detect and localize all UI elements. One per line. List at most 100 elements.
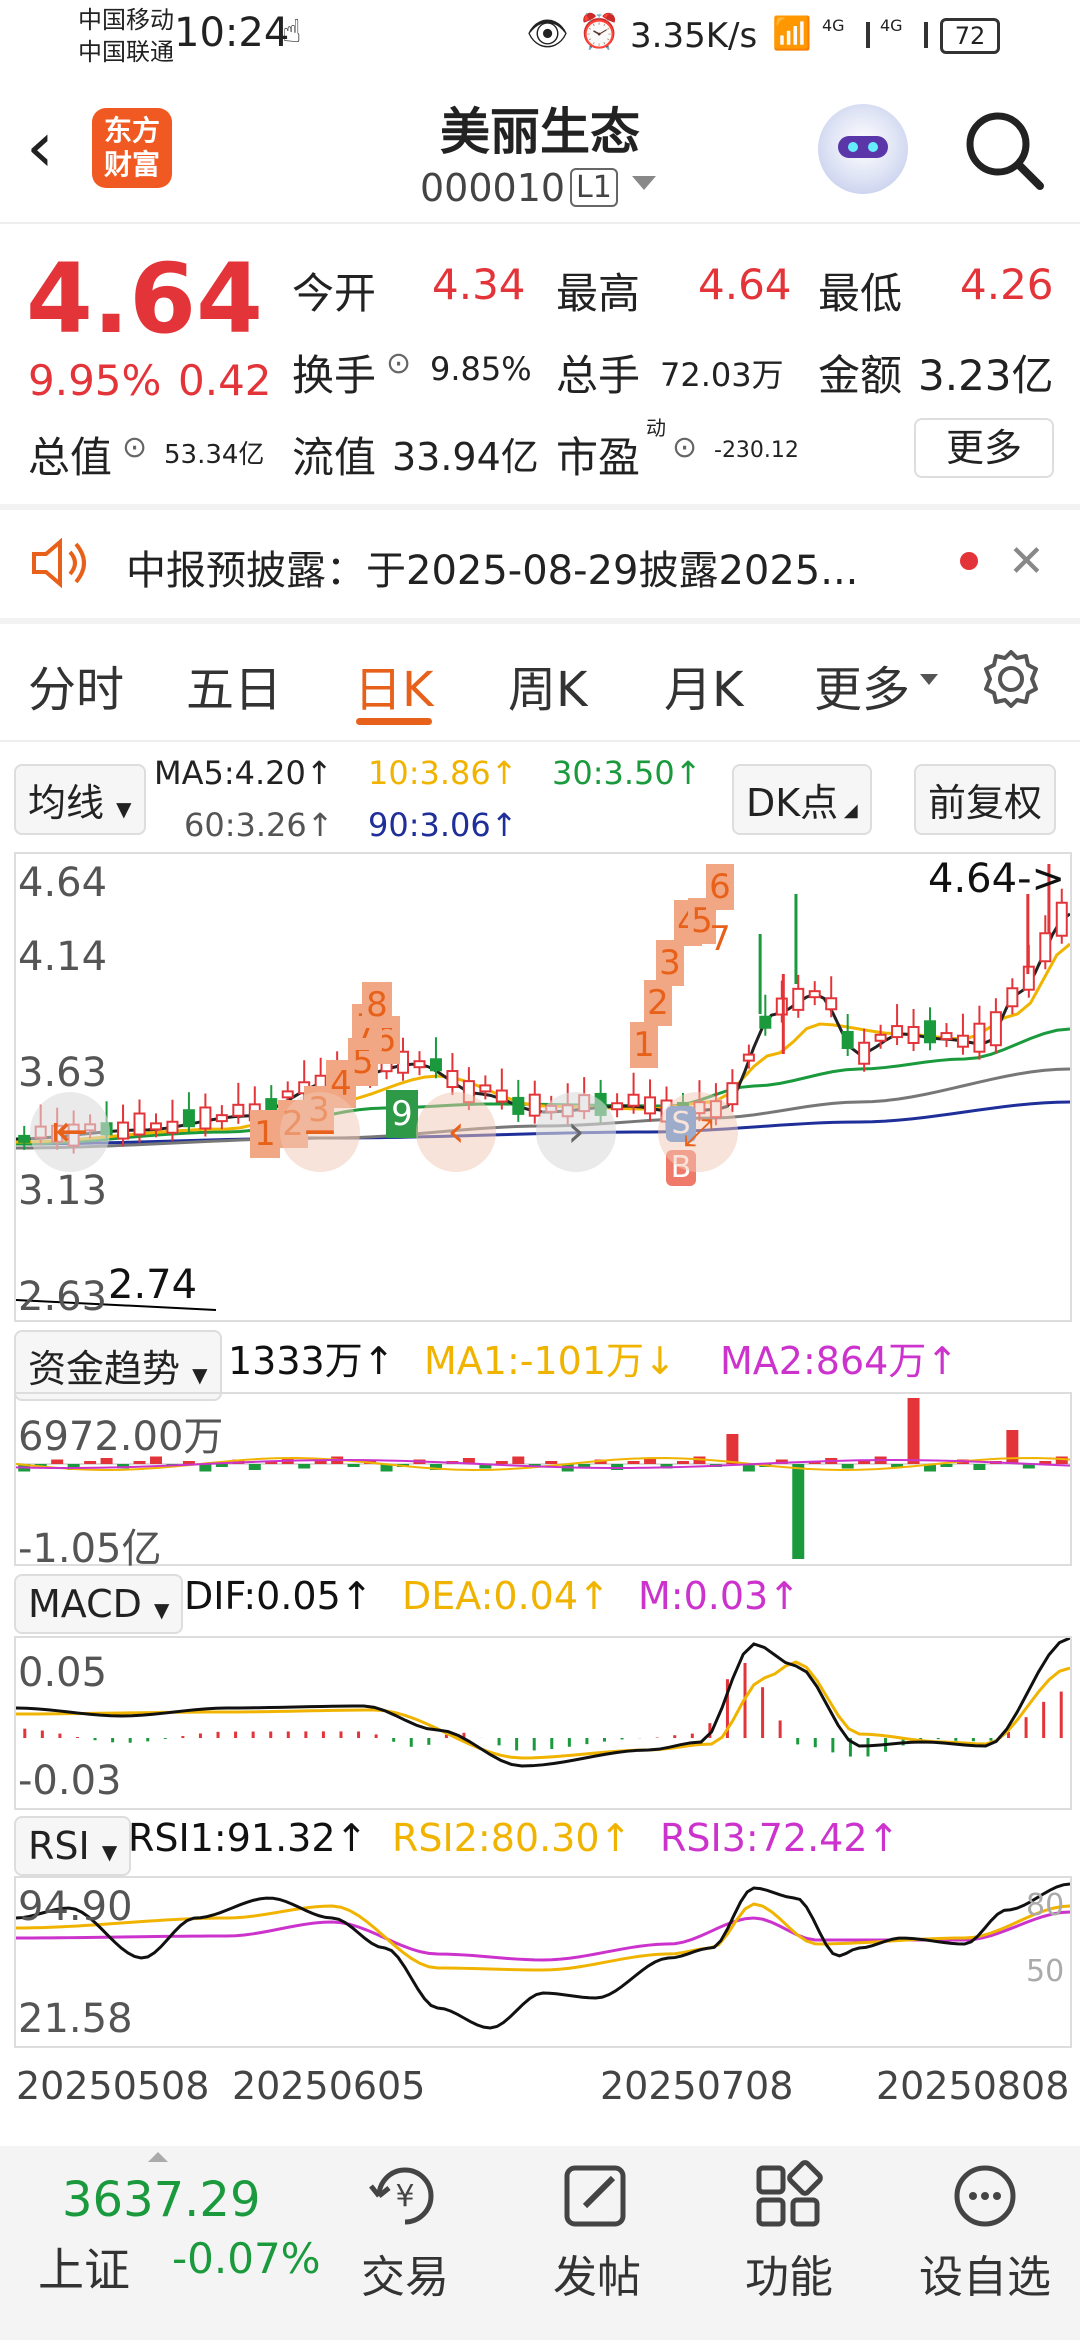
more-dots-icon — [954, 2165, 1016, 2227]
amount-value: 3.23亿 — [918, 351, 1054, 400]
candle-body — [281, 1090, 294, 1099]
info-icon[interactable]: ⊙ — [672, 430, 697, 465]
candle-body — [199, 1106, 212, 1130]
fund-bar — [841, 1464, 854, 1469]
fund-chart[interactable]: 6972.00万 -1.05亿 — [14, 1392, 1072, 1572]
y-label-bottom: 2.63 — [18, 1274, 108, 1320]
tab-daily-k[interactable]: 日K — [354, 650, 433, 720]
countdown-9: 9 — [386, 1090, 418, 1138]
rsi-chart[interactable]: 94.90 21.58 80 50 — [14, 1876, 1072, 2048]
skip-back-icon[interactable]: ⇤ — [30, 1092, 110, 1172]
macd-selector[interactable]: MACD ▼ — [14, 1574, 184, 1634]
candle-body — [528, 1093, 541, 1117]
candle-body — [512, 1096, 525, 1115]
assistant-avatar[interactable] — [818, 104, 908, 194]
expand-icon[interactable] — [148, 2152, 168, 2162]
candle-body — [232, 1103, 245, 1117]
kline-chart[interactable]: 4.64 4.14 3.63 3.13 2.63 4.64-> 2.74 1 2… — [14, 852, 1072, 1322]
add-watchlist-button[interactable]: 设自选 — [910, 2160, 1060, 2305]
dk-point-button[interactable]: DK点 ◢ — [732, 764, 872, 835]
rcountdown-6: 6 — [706, 864, 734, 910]
fund-bar — [973, 1464, 986, 1470]
rsi2-value: RSI2:80.30↑ — [392, 1816, 632, 1860]
fund-ma2: MA2:864万↑ — [720, 1339, 959, 1383]
trade-button[interactable]: ¥ 交易 — [350, 2160, 460, 2305]
zoom-out-icon[interactable]: − — [280, 1092, 360, 1172]
low-label: 最低 — [818, 269, 903, 318]
rsi3-value: RSI3:72.42↑ — [660, 1816, 900, 1860]
close-icon[interactable]: ✕ — [1008, 536, 1045, 587]
search-icon[interactable] — [962, 108, 1046, 192]
candle-body — [841, 1030, 854, 1049]
next-icon[interactable]: › — [536, 1092, 616, 1172]
speaker-icon — [32, 538, 86, 588]
turnover-value: 9.85% — [430, 350, 532, 388]
features-button[interactable]: 功能 — [734, 2160, 844, 2305]
candle-body — [808, 990, 821, 999]
open-value: 4.34 — [432, 260, 526, 309]
countdown-8: 8 — [362, 982, 392, 1028]
ma60-legend: 60:3.26↑ — [184, 806, 334, 844]
rsi-selector-label: RSI — [28, 1824, 90, 1868]
fund-bar — [314, 1461, 327, 1464]
tab-weekly-k[interactable]: 周K — [508, 650, 587, 720]
post-button[interactable]: 发帖 — [542, 2160, 652, 2305]
prev-icon[interactable]: ‹ — [416, 1092, 496, 1172]
info-icon[interactable]: ⊙ — [386, 346, 411, 381]
chevron-down-icon[interactable] — [632, 176, 656, 190]
index-name[interactable]: 上证 — [38, 2234, 130, 2300]
rsi-selector[interactable]: RSI ▼ — [14, 1816, 132, 1876]
tab-five-day[interactable]: 五日 — [186, 650, 282, 720]
notice-text: 中报预披露：于2025-08-29披露2025... — [126, 548, 859, 594]
macd-chart[interactable]: 0.05 -0.03 — [14, 1636, 1072, 1810]
tab-intraday[interactable]: 分时 — [28, 650, 124, 720]
fund-value: 1333万↑ — [228, 1339, 395, 1383]
candle-body — [182, 1109, 195, 1128]
candle-body — [1055, 901, 1068, 937]
candle-body — [479, 1084, 492, 1093]
candle-body — [891, 1025, 904, 1039]
fund-selector-label: 资金趋势 — [28, 1347, 181, 1391]
fullscreen-icon[interactable]: ⤢ — [658, 1092, 738, 1172]
wifi-icon: 📶 — [772, 14, 812, 52]
amount-label: 金额 — [818, 351, 903, 400]
candle-body — [989, 1011, 1002, 1047]
fund-selector[interactable]: 资金趋势 ▼ — [14, 1330, 222, 1401]
volume-value: 72.03万 — [660, 356, 784, 394]
adjust-button[interactable]: 前复权 — [914, 764, 1057, 835]
low-price-label: 2.74 — [108, 1262, 198, 1308]
info-icon[interactable]: ⊙ — [122, 430, 147, 465]
candle-body — [1006, 987, 1019, 1008]
candle-body — [18, 1134, 31, 1143]
corner-arrow-icon: ◢ — [838, 800, 858, 821]
index-value[interactable]: 3637.29 — [62, 2172, 261, 2228]
candle-body — [924, 1020, 937, 1044]
ma90-legend: 90:3.06↑ — [368, 806, 518, 844]
signal-bars-1-icon — [846, 22, 870, 48]
candle-body — [792, 987, 805, 1011]
dk-point-label: DK点 — [746, 781, 839, 825]
candle-body — [627, 1093, 640, 1107]
level-badge[interactable]: L1 — [570, 168, 618, 207]
candle-body — [956, 1034, 969, 1048]
ma-selector[interactable]: 均线 ▼ — [14, 764, 146, 835]
ma10-legend: 10:3.86↑ — [368, 754, 518, 792]
market-cap: 53.34亿 — [164, 440, 265, 470]
gear-icon[interactable] — [980, 648, 1042, 710]
tab-monthly-k[interactable]: 月K — [664, 650, 743, 720]
fund-bar — [347, 1464, 360, 1467]
features-label: 功能 — [745, 2252, 833, 2303]
fund-bar — [858, 1461, 871, 1464]
edit-icon — [564, 2165, 626, 2227]
index-change[interactable]: -0.07% — [172, 2234, 321, 2283]
candle-body — [117, 1121, 130, 1140]
fund-bar — [545, 1461, 558, 1464]
more-quote-button[interactable]: 更多 — [914, 418, 1054, 478]
rsi-ref-80: 80 — [1026, 1888, 1065, 1923]
ma30-legend: 30:3.50↑ — [552, 754, 702, 792]
macd-canvas — [16, 1638, 1070, 1768]
candle-body — [825, 997, 838, 1011]
change-amount: 0.42 — [178, 356, 272, 405]
candle-body — [726, 1082, 739, 1106]
tab-more[interactable]: 更多 — [814, 650, 910, 720]
